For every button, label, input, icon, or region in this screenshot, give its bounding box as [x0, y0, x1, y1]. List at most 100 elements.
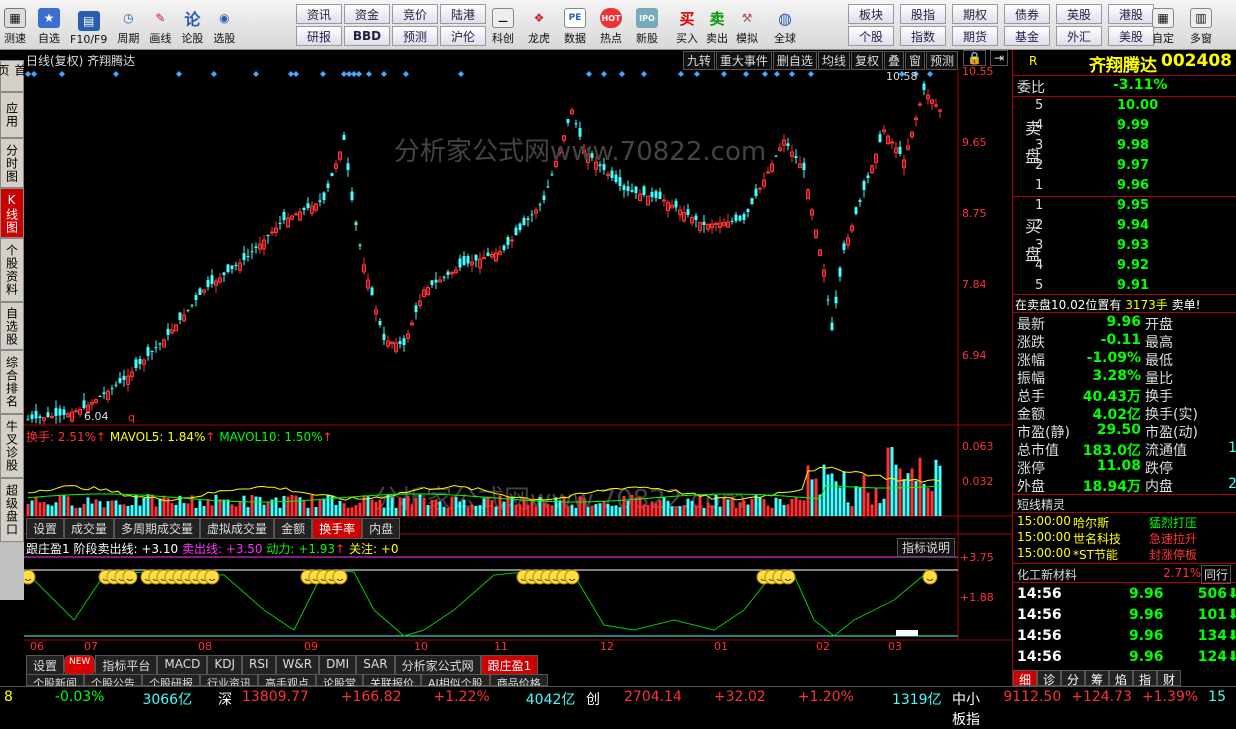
- event-markers[interactable]: [25, 71, 933, 77]
- volume-tab-0[interactable]: 设置: [26, 518, 65, 539]
- ipo-button[interactable]: IPO 新股: [634, 4, 660, 46]
- news-tab-8[interactable]: 商品价格: [489, 674, 548, 686]
- quote-tab-4[interactable]: 焰: [1109, 670, 1133, 687]
- grid-btn-stocks[interactable]: 个股: [848, 26, 894, 46]
- status-item-cy[interactable]: 创 2704.14 +32.02 +1.20% 1319亿: [586, 689, 952, 709]
- news-tab-4[interactable]: 高手观点: [258, 674, 316, 686]
- grid-btn-futures[interactable]: 期货: [952, 26, 998, 46]
- period-button[interactable]: ◷ 周期: [115, 4, 141, 46]
- grid-btn-funds2[interactable]: 基金: [1004, 26, 1050, 46]
- quote-tab-1[interactable]: 诊: [1037, 670, 1061, 687]
- sell-level-5[interactable]: 5 10.00: [1035, 98, 1235, 113]
- indicator-tab-2[interactable]: 指标平台: [95, 655, 158, 676]
- indicator-tab-3[interactable]: MACD: [157, 655, 208, 676]
- indicator-tab-0[interactable]: 设置: [26, 655, 65, 676]
- news-tab-2[interactable]: 个股研报: [142, 674, 200, 686]
- quote-tab-3[interactable]: 筹: [1085, 670, 1109, 687]
- nav-stock-info[interactable]: 个股资料: [0, 238, 24, 302]
- buy-level-5[interactable]: 5 9.91: [1035, 278, 1235, 293]
- buy-level-1[interactable]: 1 9.95: [1035, 198, 1235, 213]
- news-tab-7[interactable]: AI相似个股: [421, 674, 490, 686]
- grid-btn-us-stocks[interactable]: 美股: [1108, 26, 1154, 46]
- grid-btn-hk-stocks[interactable]: 港股: [1108, 4, 1154, 24]
- stock-select-button[interactable]: ◉ 选股: [211, 4, 237, 46]
- multi-window-button[interactable]: ▥ 多窗: [1188, 4, 1214, 46]
- simulate-button[interactable]: ⚒ 模拟: [734, 4, 760, 46]
- data-button[interactable]: PE 数据: [562, 4, 588, 46]
- chart-canvas[interactable]: 10.55 9.65 8.75 7.84 6.94 6.04 q 10.58 分析家公式…: [24, 50, 1012, 686]
- sell-button[interactable]: 卖 卖出: [704, 4, 730, 46]
- indicator-tab-6[interactable]: W&R: [275, 655, 320, 676]
- news-tab-3[interactable]: 行业资讯: [200, 674, 258, 686]
- grid-btn-uk-stocks[interactable]: 英股: [1056, 4, 1102, 24]
- indicator-tab-8[interactable]: SAR: [356, 655, 395, 676]
- speed-test-button[interactable]: ▦ 测速: [2, 4, 28, 46]
- buy-level-2[interactable]: 2 9.94: [1035, 218, 1235, 233]
- custom-button[interactable]: ▦ 自定: [1150, 4, 1176, 46]
- grid-btn-bbd[interactable]: BBD: [344, 26, 390, 46]
- indicator-tab-7[interactable]: DMI: [319, 655, 357, 676]
- quote-tab-2[interactable]: 分: [1061, 670, 1085, 687]
- draw-line-button[interactable]: ✎ 画线: [147, 4, 173, 46]
- indicator-tab-9[interactable]: 分析家公式网: [394, 655, 481, 676]
- grid-btn-research[interactable]: 研报: [296, 26, 342, 46]
- f10-button[interactable]: ▤ F10/F9: [68, 4, 109, 46]
- grid-btn-sector[interactable]: 板块: [848, 4, 894, 24]
- nav-watchlist[interactable]: 自选股: [0, 302, 24, 350]
- grid-btn-index[interactable]: 指数: [900, 26, 946, 46]
- buy-level-4[interactable]: 4 9.92: [1035, 258, 1235, 273]
- grid-btn-shanghai-london[interactable]: 沪伦: [440, 26, 486, 46]
- quote-tab-5[interactable]: 指: [1133, 670, 1157, 687]
- quote-tab-6[interactable]: 财: [1157, 670, 1181, 687]
- indicator-tab-10[interactable]: 跟庄盈1: [480, 655, 539, 676]
- indicator-tab-5[interactable]: RSI: [242, 655, 276, 676]
- nav-home[interactable]: 首页: [0, 60, 27, 92]
- quote-tab-0[interactable]: 细: [1013, 670, 1037, 687]
- volume-tab-4[interactable]: 金额: [274, 518, 313, 539]
- news-tab-1[interactable]: 个股公告: [84, 674, 142, 686]
- nav-apps[interactable]: 应用: [0, 92, 24, 138]
- indicator-help-button[interactable]: 指标说明: [897, 538, 956, 557]
- volume-tab-2[interactable]: 多周期成交量: [114, 518, 201, 539]
- discuss-button[interactable]: 论 论股: [179, 4, 205, 46]
- star-market-button[interactable]: ⚊ 科创: [490, 4, 516, 46]
- news-tab-5[interactable]: 论股堂: [316, 674, 363, 686]
- watchlist-button[interactable]: ★ 自选: [36, 4, 62, 46]
- sell-level-1[interactable]: 1 9.96: [1035, 178, 1235, 193]
- grid-btn-forex[interactable]: 外汇: [1056, 26, 1102, 46]
- hot-button[interactable]: HOT 热点: [598, 4, 624, 46]
- volume-tab-3[interactable]: 虚拟成交量: [200, 518, 275, 539]
- news-tab-6[interactable]: 关联报价: [363, 674, 421, 686]
- volume-tab-5[interactable]: 换手率: [312, 518, 363, 539]
- nav-super-quote[interactable]: 超级盘口: [0, 478, 24, 542]
- sell-level-2[interactable]: 2 9.97: [1035, 158, 1235, 173]
- elf-item[interactable]: 15:00:00 世名科技 急速拉升: [1017, 530, 1236, 546]
- dragon-tiger-button[interactable]: ❖ 龙虎: [526, 4, 552, 46]
- grid-btn-hk-connect[interactable]: 陆港: [440, 4, 486, 24]
- grid-btn-news[interactable]: 资讯: [296, 4, 342, 24]
- buy-level-3[interactable]: 3 9.93: [1035, 238, 1235, 253]
- nav-kline[interactable]: K线图: [0, 188, 24, 238]
- global-button[interactable]: ◍ 全球: [772, 4, 798, 46]
- volume-tab-6[interactable]: 内盘: [362, 518, 401, 539]
- volume-tab-1[interactable]: 成交量: [64, 518, 115, 539]
- elf-item[interactable]: 15:00:00 哈尔斯 猛烈打压: [1017, 514, 1236, 530]
- grid-btn-index-futures[interactable]: 股指: [900, 4, 946, 24]
- nav-timeshare[interactable]: 分时图: [0, 138, 24, 188]
- nav-ranking[interactable]: 综合排名: [0, 350, 24, 414]
- grid-btn-bonds[interactable]: 债券: [1004, 4, 1050, 24]
- indicator-tab-1[interactable]: NEW: [64, 655, 96, 676]
- nav-diagnosis[interactable]: 牛叉诊股: [0, 414, 24, 478]
- grid-btn-auction[interactable]: 竞价: [392, 4, 438, 24]
- indicator-tab-4[interactable]: KDJ: [207, 655, 242, 676]
- grid-btn-funds[interactable]: 资金: [344, 4, 390, 24]
- status-item-sz[interactable]: 深 13809.77 +166.82 +1.22% 4042亿: [218, 689, 585, 709]
- grid-btn-options[interactable]: 期权: [952, 4, 998, 24]
- buy-button[interactable]: 买 买入: [674, 4, 700, 46]
- news-tab-0[interactable]: 个股新闻: [26, 674, 84, 686]
- sell-level-4[interactable]: 4 9.99: [1035, 118, 1235, 133]
- elf-item[interactable]: 15:00:00 *ST节能 封涨停板: [1017, 546, 1236, 562]
- sell-level-3[interactable]: 3 9.98: [1035, 138, 1235, 153]
- status-item-sh[interactable]: 8 -0.03% 3066亿: [4, 689, 202, 709]
- status-item-sme[interactable]: 中小板指 9112.50 +124.73 +1.39% 15: [952, 689, 1236, 729]
